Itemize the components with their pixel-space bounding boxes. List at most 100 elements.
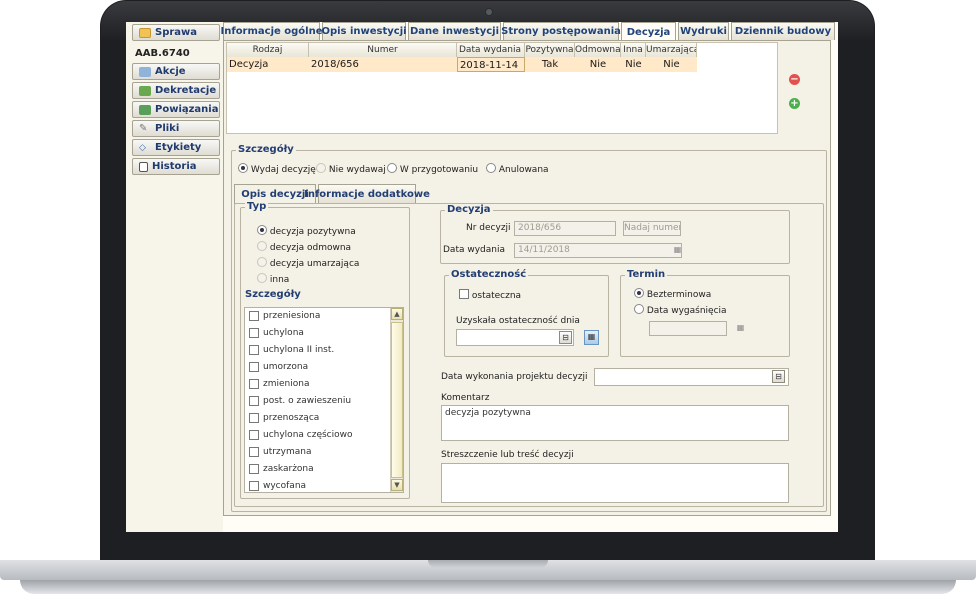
list-item[interactable]: uchylona częściowo bbox=[249, 430, 353, 440]
radio-nie-wydawaj[interactable]: Nie wydawaj bbox=[316, 163, 386, 175]
column-header[interactable]: Rodzaj bbox=[227, 43, 309, 57]
sidebar-item-dekretacje[interactable]: Dekretacje bbox=[132, 82, 220, 99]
list-item[interactable]: przeniesiona bbox=[249, 311, 320, 321]
tab-informacje-dodatkowe[interactable]: Informacje dodatkowe bbox=[304, 184, 430, 203]
radio-icon bbox=[316, 163, 326, 173]
remove-icon[interactable]: − bbox=[789, 74, 800, 85]
sidebar-item-historia[interactable]: Historia bbox=[132, 158, 220, 175]
radio-icon bbox=[387, 163, 397, 173]
sidebar-item-pliki[interactable]: ✎ Pliki bbox=[132, 120, 220, 137]
calendar-icon[interactable]: ▦ bbox=[671, 244, 684, 257]
scroll-down-icon[interactable]: ▼ bbox=[391, 479, 403, 491]
nr-decyzji-field[interactable]: 2018/656 bbox=[514, 221, 616, 236]
calendar-icon[interactable]: ▦ bbox=[584, 330, 599, 345]
list-item[interactable]: przenosząca bbox=[249, 413, 319, 423]
sidebar-item-label: Powiązania bbox=[155, 104, 219, 115]
radio-w-przygotowaniu[interactable]: W przygotowaniu bbox=[387, 163, 478, 175]
decisions-table: Rodzaj Numer Data wydania Pozytywna Odmo… bbox=[226, 42, 778, 134]
decyzja-title: Decyzja bbox=[445, 204, 493, 215]
projekt-date-field[interactable] bbox=[594, 368, 789, 386]
table-row[interactable]: Decyzja 2018/656 2018-11-14 Tak Nie Nie … bbox=[227, 57, 697, 72]
checkbox[interactable] bbox=[249, 328, 259, 338]
checkbox[interactable] bbox=[249, 447, 259, 457]
list-item[interactable]: umorzona bbox=[249, 362, 308, 372]
tab-opis-inwestycji[interactable]: Opis inwestycji bbox=[321, 22, 407, 40]
list-item[interactable]: uchylona bbox=[249, 328, 304, 338]
table-cell: Tak bbox=[541, 59, 559, 70]
dropdown-icon[interactable]: ⊟ bbox=[559, 331, 572, 344]
radio-wydaj-decyzje[interactable]: Wydaj decyzję bbox=[238, 163, 316, 175]
scroll-up-icon[interactable]: ▲ bbox=[391, 308, 403, 320]
data-wydania-label: Data wydania bbox=[443, 245, 505, 255]
checkbox[interactable] bbox=[249, 430, 259, 440]
szczegoly-title: Szczegóły bbox=[236, 144, 296, 155]
table-cell: Nie bbox=[625, 59, 642, 70]
sidebar-item-label: Pliki bbox=[155, 123, 180, 134]
list-item[interactable]: zaskarżona bbox=[249, 464, 314, 474]
data-wydania-field[interactable]: 14/11/2018 bbox=[514, 243, 682, 258]
sidebar-item-akcje[interactable]: Akcje bbox=[132, 63, 220, 80]
radio-label: decyzja odmowna bbox=[269, 243, 352, 253]
tab-informacje-ogolne[interactable]: Informacje ogólne bbox=[221, 22, 323, 40]
sprawa-button[interactable]: Sprawa bbox=[132, 24, 220, 41]
sidebar-item-powiazania[interactable]: Powiązania bbox=[132, 101, 220, 118]
list-item[interactable]: zmieniona bbox=[249, 379, 309, 389]
sidebar-item-label: Akcje bbox=[155, 66, 186, 77]
list-item[interactable]: post. o zawieszeniu bbox=[249, 396, 351, 406]
tab-wydruki[interactable]: Wydruki bbox=[678, 22, 729, 40]
calendar-icon[interactable]: ▦ bbox=[734, 322, 747, 335]
sidebar-item-label: Etykiety bbox=[155, 142, 202, 153]
tab-dziennik-budowy[interactable]: Dziennik budowy bbox=[731, 22, 835, 40]
case-number: AAB.6740 bbox=[135, 48, 190, 59]
list-item-label: uchylona częściowo bbox=[263, 430, 353, 440]
list-item[interactable]: wycofana bbox=[249, 481, 306, 491]
column-header[interactable]: Data wydania bbox=[457, 43, 525, 57]
people-icon bbox=[139, 85, 151, 96]
checkbox[interactable] bbox=[249, 413, 259, 423]
column-header[interactable]: Inna bbox=[621, 43, 646, 57]
streszczenie-label: Streszczenie lub treść decyzji bbox=[441, 450, 574, 460]
column-header[interactable]: Pozytywna bbox=[525, 43, 575, 57]
radio-decyzja-umarzajaca[interactable]: decyzja umarzająca bbox=[257, 257, 359, 269]
laptop-notch bbox=[428, 560, 548, 568]
column-header[interactable]: Umarzająca bbox=[646, 43, 697, 57]
list-item-label: utrzymana bbox=[263, 447, 312, 457]
checkbox[interactable] bbox=[249, 379, 259, 389]
add-icon[interactable]: + bbox=[789, 98, 800, 109]
scroll-thumb[interactable] bbox=[391, 322, 403, 478]
radio-decyzja-pozytywna[interactable]: decyzja pozytywna bbox=[257, 225, 356, 237]
radio-inna[interactable]: inna bbox=[257, 273, 289, 285]
data-wygasniecia-field[interactable] bbox=[649, 321, 727, 336]
komentarz-label: Komentarz bbox=[441, 393, 490, 403]
dropdown-icon[interactable]: ⊟ bbox=[772, 370, 785, 383]
tab-dane-inwestycji[interactable]: Dane inwestycji bbox=[408, 22, 501, 40]
komentarz-textarea[interactable]: decyzja pozytywna bbox=[441, 405, 789, 441]
tab-strony-postepowania[interactable]: Strony postępowania bbox=[501, 22, 621, 40]
checkbox[interactable] bbox=[249, 481, 259, 491]
column-header[interactable]: Numer bbox=[309, 43, 457, 57]
checkbox[interactable] bbox=[249, 345, 259, 355]
typ-title: Typ bbox=[245, 201, 269, 212]
streszczenie-textarea[interactable] bbox=[441, 463, 789, 503]
column-header[interactable]: Odmowna bbox=[575, 43, 621, 57]
list-item-label: uchylona II inst. bbox=[263, 345, 335, 355]
radio-bezterminowa[interactable]: Bezterminowa bbox=[634, 288, 711, 300]
radio-decyzja-odmowna[interactable]: decyzja odmowna bbox=[257, 241, 351, 253]
checkbox[interactable] bbox=[249, 362, 259, 372]
ostateczna-checkbox[interactable]: ostateczna bbox=[459, 289, 521, 301]
radio-anulowana[interactable]: Anulowana bbox=[486, 163, 549, 175]
checkbox[interactable] bbox=[249, 396, 259, 406]
checkbox[interactable] bbox=[459, 289, 469, 299]
table-cell: 2018-11-14 bbox=[457, 57, 525, 72]
nadaj-numer-button[interactable]: Nadaj numer bbox=[623, 221, 681, 236]
list-scrollbar[interactable]: ▲ ▼ bbox=[390, 308, 403, 492]
list-item[interactable]: uchylona II inst. bbox=[249, 345, 334, 355]
list-item[interactable]: utrzymana bbox=[249, 447, 312, 457]
ostatecznosc-date-field[interactable] bbox=[456, 329, 574, 346]
checkbox[interactable] bbox=[249, 311, 259, 321]
checkbox[interactable] bbox=[249, 464, 259, 474]
camera-icon bbox=[486, 9, 492, 15]
radio-data-wygasniecia[interactable]: Data wygaśnięcia bbox=[634, 304, 727, 316]
tab-decyzja[interactable]: Decyzja bbox=[621, 22, 676, 41]
sidebar-item-etykiety[interactable]: ◇ Etykiety bbox=[132, 139, 220, 156]
